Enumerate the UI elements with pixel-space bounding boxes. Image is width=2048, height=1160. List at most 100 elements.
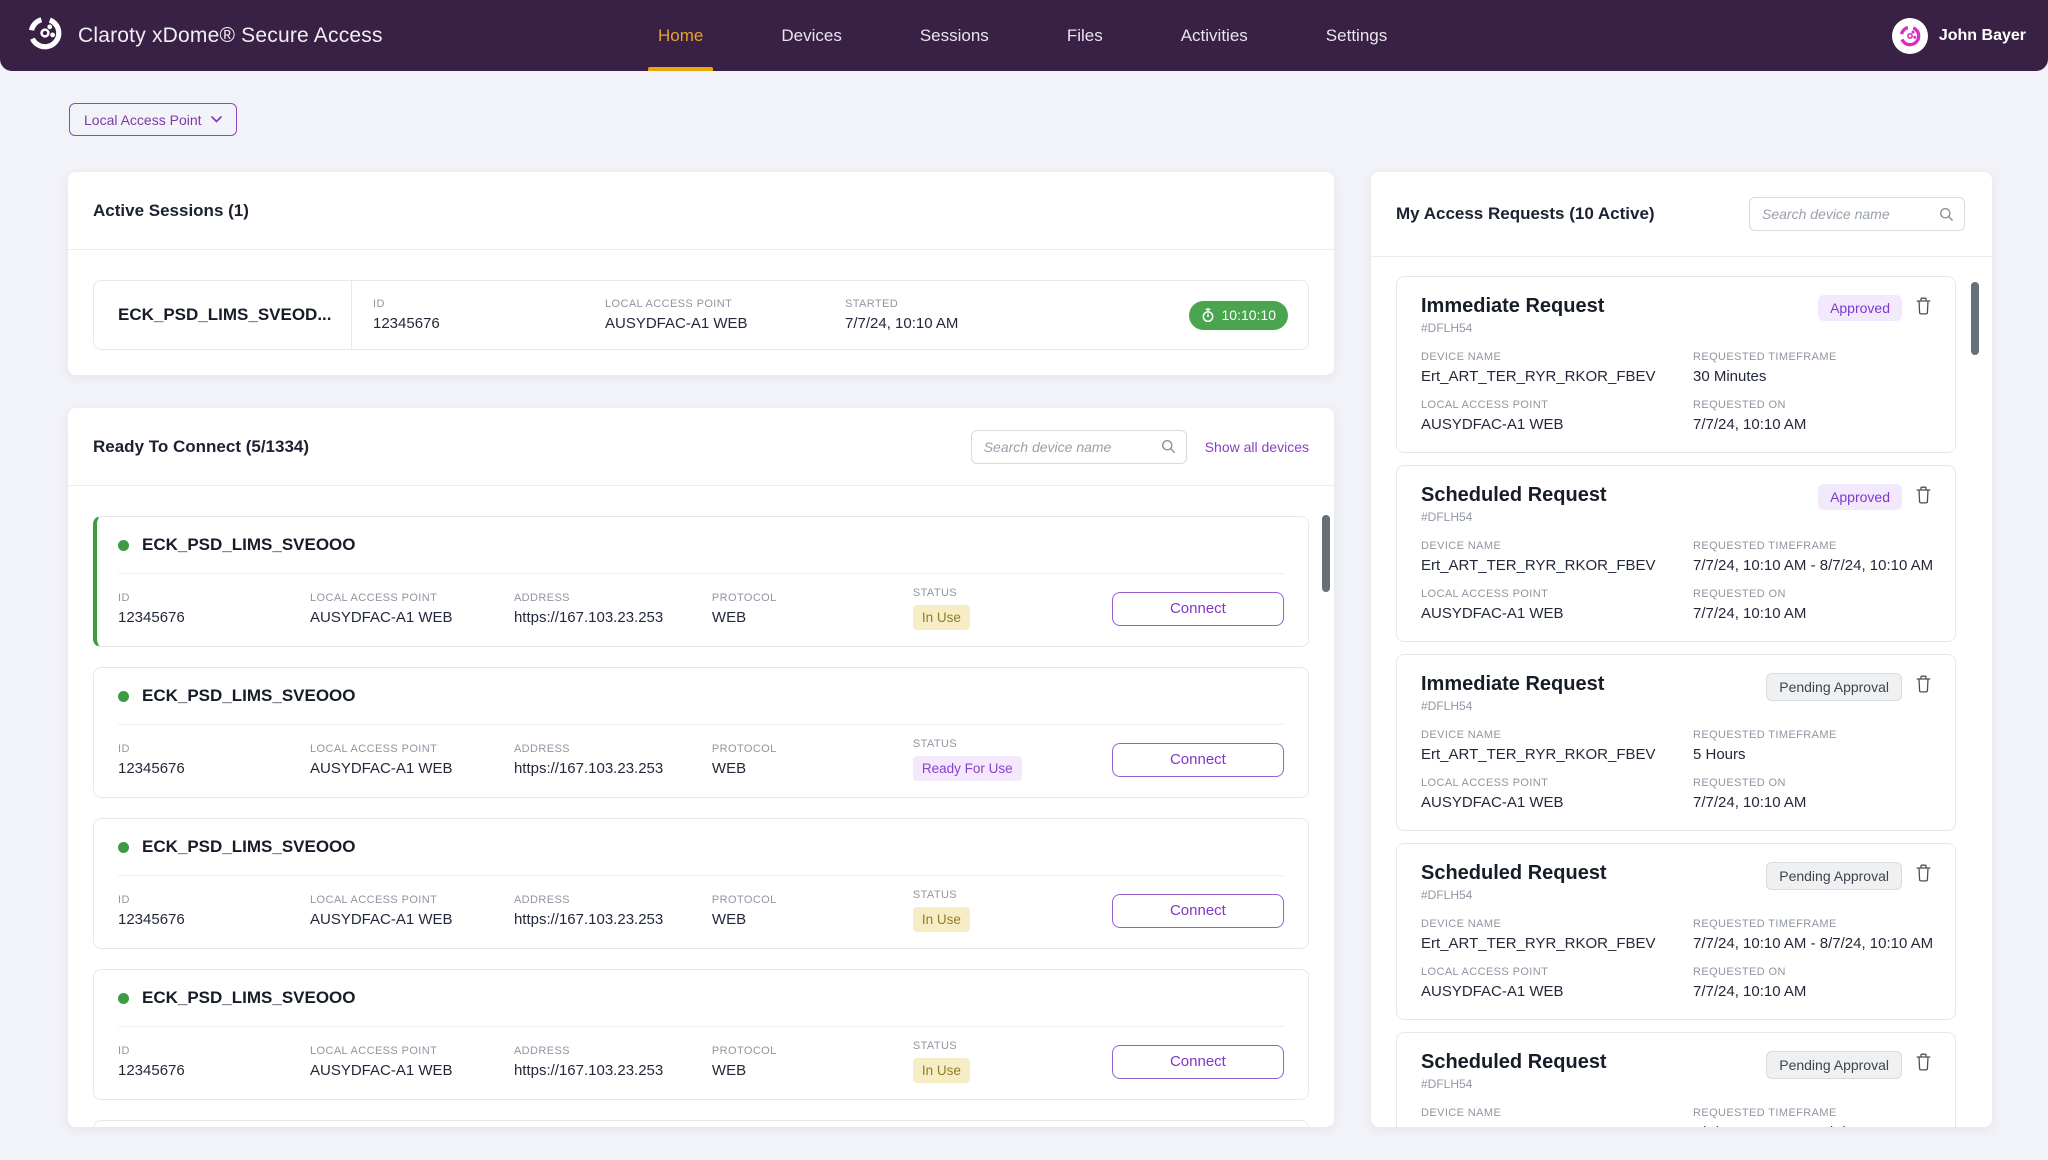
session-fields: ID 12345676 LOCAL ACCESS POINT AUSYDFAC-… (352, 298, 1077, 332)
active-sessions-title: Active Sessions (1) (93, 201, 249, 221)
device-id-field: ID12345676 (118, 894, 310, 928)
local-access-point-filter[interactable]: Local Access Point (69, 103, 237, 136)
nav-devices[interactable]: Devices (771, 0, 851, 71)
show-all-devices-link[interactable]: Show all devices (1205, 439, 1309, 455)
request-type: Immediate Request (1421, 295, 1604, 318)
request-status-badge: Pending Approval (1766, 862, 1902, 890)
claroty-logo-icon (26, 14, 64, 57)
device-protocol-field: PROTOCOLWEB (712, 1045, 913, 1079)
request-ref: #DFLH54 (1421, 699, 1604, 713)
delete-request-button[interactable] (1916, 297, 1931, 318)
device-address-field: ADDRESShttps://167.103.23.253 (514, 743, 712, 777)
device-id-field: ID12345676 (118, 1045, 310, 1079)
active-session-card[interactable]: ECK_PSD_LIMS_SVEOD... ID 12345676 LOCAL … (93, 280, 1309, 350)
trash-icon (1916, 486, 1931, 504)
app-title: Claroty xDome® Secure Access (78, 24, 383, 48)
device-card: ECK_PSD_LIMS_SVEOOO ID12345676 LOCAL ACC… (93, 969, 1309, 1100)
session-timer-value: 10:10:10 (1222, 307, 1277, 323)
scrollbar-thumb[interactable] (1322, 515, 1330, 592)
nav-home[interactable]: Home (648, 0, 713, 71)
nav-label: Sessions (920, 26, 989, 46)
request-on-field: REQUESTED ON7/7/24, 10:10 AM (1693, 777, 1931, 811)
request-status-badge: Approved (1818, 484, 1902, 510)
nav-files[interactable]: Files (1057, 0, 1113, 71)
request-ref: #DFLH54 (1421, 321, 1604, 335)
session-device-name: ECK_PSD_LIMS_SVEOD... (94, 281, 352, 349)
trash-icon (1916, 864, 1931, 882)
access-request-card: Scheduled Request #DFLH54 Approved DEVIC… (1396, 465, 1956, 642)
request-search[interactable] (1749, 197, 1965, 231)
field-label: STARTED (845, 298, 1077, 310)
request-timeframe-field: REQUESTED TIMEFRAME7/7/24, 10:10 AM - 8/… (1693, 1107, 1933, 1127)
device-protocol-field: PROTOCOLWEB (712, 743, 913, 777)
device-card-list: ECK_PSD_LIMS_SVEOOO ID12345676 LOCAL ACC… (68, 486, 1334, 1127)
device-search-input[interactable] (982, 438, 1155, 456)
device-name: ECK_PSD_LIMS_SVEOOO (142, 837, 356, 857)
request-card-list: Immediate Request #DFLH54 Approved DEVIC… (1371, 257, 1992, 1127)
device-card: ECK_PSD_LIMS_SVEOOO ID12345676 LOCAL ACC… (93, 516, 1309, 647)
request-lap-field: LOCAL ACCESS POINTAUSYDFAC-A1 WEB (1421, 588, 1693, 622)
request-type: Scheduled Request (1421, 484, 1607, 507)
stopwatch-icon (1201, 308, 1215, 323)
access-request-card: Scheduled Request #DFLH54 Pending Approv… (1396, 1032, 1956, 1127)
request-lap-field: LOCAL ACCESS POINTAUSYDFAC-A1 WEB (1421, 966, 1693, 1000)
request-lap-field: LOCAL ACCESS POINTAUSYDFAC-A1 WEB (1421, 399, 1693, 433)
device-card: ECK_PSD_LIMS_SVEOOO ID12345676 LOCAL ACC… (93, 818, 1309, 949)
user-avatar-icon[interactable] (1892, 18, 1928, 54)
field-value: 12345676 (373, 315, 605, 332)
delete-request-button[interactable] (1916, 486, 1931, 507)
session-field: STARTED 7/7/24, 10:10 AM (845, 298, 1077, 332)
access-request-card: Immediate Request #DFLH54 Pending Approv… (1396, 654, 1956, 831)
device-status-field: STATUS In Use (913, 889, 1112, 932)
ready-to-connect-panel: Ready To Connect (5/1334) Show all devic… (68, 408, 1334, 1127)
user-area[interactable]: John Bayer (1892, 0, 2026, 71)
status-badge: In Use (913, 605, 970, 630)
trash-icon (1916, 1053, 1931, 1071)
request-device-field: DEVICE NAMEErt_ART_TER_RYR_RKOR_FBEV (1421, 918, 1693, 952)
request-device-field: DEVICE NAMEErt_ART_TER_RYR_RKOR_FBEV (1421, 729, 1693, 763)
device-id-field: ID12345676 (118, 592, 310, 626)
nav-settings[interactable]: Settings (1316, 0, 1397, 71)
field-value: AUSYDFAC-A1 WEB (605, 315, 845, 332)
device-card: ECK_PSD_LIMS_SVEOOO ID12345676 LOCAL ACC… (93, 1120, 1309, 1127)
device-lap-field: LOCAL ACCESS POINTAUSYDFAC-A1 WEB (310, 743, 514, 777)
delete-request-button[interactable] (1916, 1053, 1931, 1074)
request-on-field: REQUESTED ON7/7/24, 10:10 AM (1693, 588, 1933, 622)
connect-button[interactable]: Connect (1112, 894, 1284, 928)
delete-request-button[interactable] (1916, 864, 1931, 885)
connect-button[interactable]: Connect (1112, 743, 1284, 777)
request-on-field: REQUESTED ON7/7/24, 10:10 AM (1693, 399, 1931, 433)
request-status-badge: Pending Approval (1766, 1051, 1902, 1079)
request-device-field: DEVICE NAMEErt_ART_TER_RYR_RKOR_FBEV (1421, 351, 1693, 385)
user-name: John Bayer (1939, 27, 2026, 45)
nav-sessions[interactable]: Sessions (910, 0, 999, 71)
field-label: ID (373, 298, 605, 310)
device-lap-field: LOCAL ACCESS POINTAUSYDFAC-A1 WEB (310, 592, 514, 626)
access-request-card: Scheduled Request #DFLH54 Pending Approv… (1396, 843, 1956, 1020)
device-address-field: ADDRESShttps://167.103.23.253 (514, 1045, 712, 1079)
divider (68, 249, 1334, 250)
request-ref: #DFLH54 (1421, 888, 1607, 902)
search-icon (1939, 207, 1954, 222)
device-lap-field: LOCAL ACCESS POINTAUSYDFAC-A1 WEB (310, 894, 514, 928)
request-search-input[interactable] (1760, 205, 1933, 223)
request-lap-field: LOCAL ACCESS POINTAUSYDFAC-A1 WEB (1421, 777, 1693, 811)
device-search[interactable] (971, 430, 1187, 464)
nav-activities[interactable]: Activities (1171, 0, 1258, 71)
nav-label: Devices (781, 26, 841, 46)
scrollbar-thumb[interactable] (1971, 282, 1979, 355)
online-status-dot (118, 691, 129, 702)
request-ref: #DFLH54 (1421, 510, 1607, 524)
connect-button[interactable]: Connect (1112, 1045, 1284, 1079)
delete-request-button[interactable] (1916, 675, 1931, 696)
nav-label: Activities (1181, 26, 1248, 46)
request-device-field: DEVICE NAMEErt_ART_TER_RYR_RKOR_FBEV (1421, 1107, 1693, 1127)
connect-button[interactable]: Connect (1112, 592, 1284, 626)
online-status-dot (118, 993, 129, 1004)
request-on-field: REQUESTED ON7/7/24, 10:10 AM (1693, 966, 1933, 1000)
filter-label: Local Access Point (84, 112, 202, 128)
request-timeframe-field: REQUESTED TIMEFRAME5 Hours (1693, 729, 1931, 763)
request-timeframe-field: REQUESTED TIMEFRAME7/7/24, 10:10 AM - 8/… (1693, 918, 1933, 952)
app-header: Claroty xDome® Secure Access Home Device… (0, 0, 2048, 71)
request-status-badge: Approved (1818, 295, 1902, 321)
